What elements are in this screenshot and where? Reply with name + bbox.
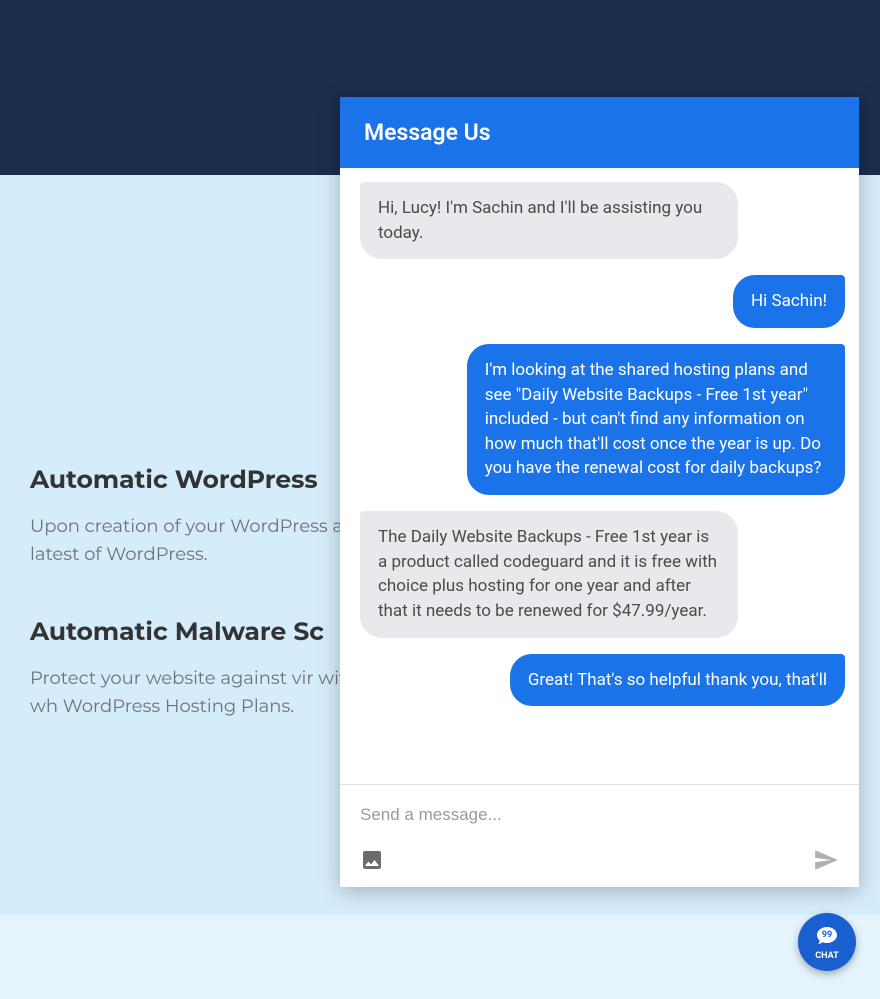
message-user: Hi Sachin! [733,275,845,328]
chat-fab-label: CHAT [815,951,838,961]
chat-fab-button[interactable]: 99 CHAT [798,913,856,971]
image-upload-icon[interactable] [360,848,384,872]
chat-header[interactable]: Message Us [340,97,859,168]
chat-input-area [340,784,859,887]
send-icon[interactable] [813,847,839,873]
chat-widget: Message Us Hi, Lucy! I'm Sachin and I'll… [340,97,859,887]
svg-text:99: 99 [822,930,832,940]
chat-messages[interactable]: Hi, Lucy! I'm Sachin and I'll be assisti… [340,168,859,784]
message-agent: The Daily Website Backups - Free 1st yea… [360,511,738,638]
chat-header-title: Message Us [364,119,491,146]
message-agent: Hi, Lucy! I'm Sachin and I'll be assisti… [360,182,738,259]
page-footer-band [0,915,880,999]
chat-bubble-icon: 99 [814,924,840,952]
message-user: I'm looking at the shared hosting plans … [467,344,845,495]
message-user: Great! That's so helpful thank you, that… [510,654,845,707]
chat-message-input[interactable] [360,801,839,847]
chat-actions [360,847,839,873]
